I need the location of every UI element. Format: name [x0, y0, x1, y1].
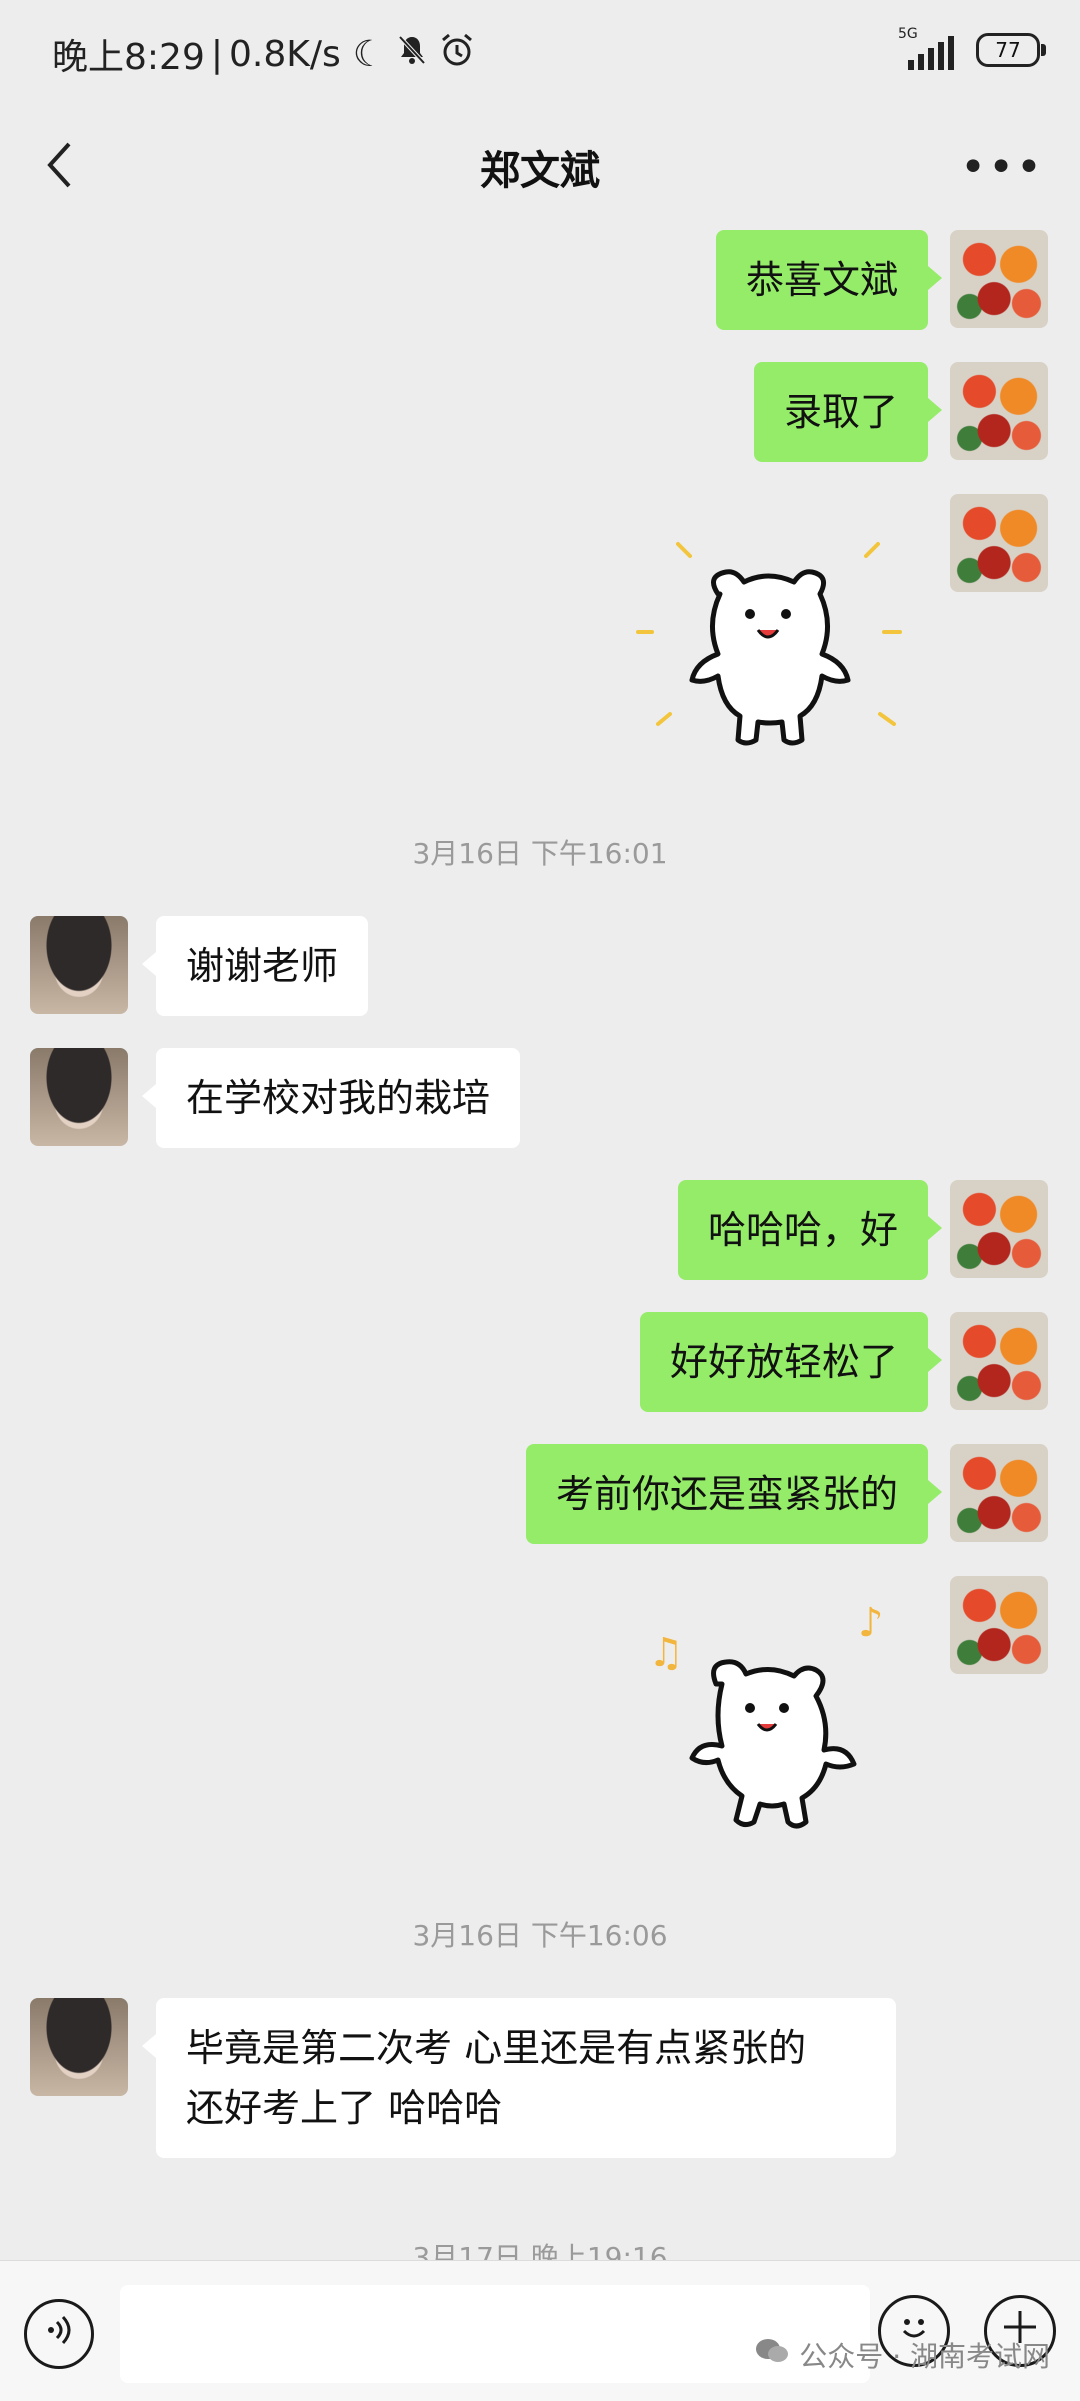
contact-avatar[interactable]: [30, 916, 128, 1014]
contact-avatar[interactable]: [30, 1048, 128, 1146]
status-bar: 晚上8:29 | 0.8K/s ☾ 5G 77: [0, 0, 1080, 100]
my-avatar[interactable]: [950, 1444, 1048, 1542]
message-row: 考前你还是蛮紧张的: [0, 1444, 1080, 1554]
my-avatar[interactable]: [950, 1312, 1048, 1410]
message-row: 哈哈哈，好: [0, 1180, 1080, 1290]
watermark-text: 公众号 · 湖南考试网: [799, 2340, 1050, 2373]
my-avatar[interactable]: [950, 230, 1048, 328]
my-avatar[interactable]: [950, 1180, 1048, 1278]
timestamp: 3月16日 下午16:06: [412, 1919, 668, 1952]
message-row: 毕竟是第二次考 心里还是有点紧张的 还好考上了 哈哈哈: [0, 1998, 1080, 2178]
contact-avatar[interactable]: [30, 1998, 128, 2096]
signal-icon: 5G: [898, 26, 954, 70]
svg-text:♫: ♫: [648, 1630, 684, 1676]
battery-icon: 77: [976, 33, 1046, 67]
message-row: 好好放轻松了: [0, 1312, 1080, 1422]
message-row: 在学校对我的栽培: [0, 1048, 1080, 1158]
message-bubble-incoming[interactable]: 谢谢老师: [141, 916, 369, 1016]
network-speed: 0.8K/s: [228, 33, 341, 75]
message-line: 还好考上了 哈哈哈: [186, 2086, 503, 2130]
message-row: 谢谢老师: [0, 916, 1080, 1026]
message-row: ♫ ♪: [0, 1576, 1080, 1876]
chat-title: 郑文斌: [480, 148, 600, 194]
message-row: 恭喜文斌: [0, 230, 1080, 340]
my-avatar[interactable]: [950, 1576, 1048, 1674]
status-left: 晚上8:29 | 0.8K/s ☾: [52, 28, 475, 80]
input-bar: 公众号 · 湖南考试网: [0, 2260, 1080, 2401]
dancing-dog-sticker[interactable]: [618, 504, 918, 764]
status-time: 晚上8:29: [52, 37, 205, 78]
message-bubble-outgoing[interactable]: 好好放轻松了: [639, 1312, 943, 1412]
more-button[interactable]: •••: [960, 142, 1044, 193]
message-bubble-incoming[interactable]: 毕竟是第二次考 心里还是有点紧张的 还好考上了 哈哈哈: [142, 1998, 896, 2158]
message-row: 录取了: [0, 362, 1080, 472]
singing-dog-sticker[interactable]: ♫ ♪: [618, 1596, 918, 1856]
status-right: 5G 77: [898, 26, 1046, 70]
my-avatar[interactable]: [950, 494, 1048, 592]
message-bubble-outgoing[interactable]: 恭喜文斌: [715, 230, 943, 330]
watermark: 公众号 · 湖南考试网: [755, 2335, 1050, 2375]
message-bubble-incoming[interactable]: 在学校对我的栽培: [141, 1048, 521, 1148]
moon-icon: ☾: [352, 33, 386, 75]
bell-off-icon: [397, 34, 427, 75]
message-bubble-outgoing[interactable]: 哈哈哈，好: [677, 1180, 943, 1280]
wechat-icon: [755, 2337, 789, 2373]
more-dots-icon: •••: [960, 142, 1044, 193]
message-list[interactable]: 恭喜文斌 录取了 3月16日 下午16:01 谢谢老师 在学校对我的栽培 哈哈哈…: [0, 220, 1080, 2260]
message-row: [0, 494, 1080, 794]
status-separator: |: [210, 33, 223, 75]
message-bubble-outgoing[interactable]: 考前你还是蛮紧张的: [525, 1444, 943, 1544]
svg-text:♪: ♪: [858, 1600, 884, 1646]
alarm-icon: [439, 32, 475, 77]
timestamp: 3月16日 下午16:01: [412, 837, 668, 870]
chat-header: 郑文斌 •••: [0, 100, 1080, 240]
battery-level: 77: [995, 38, 1021, 62]
message-bubble-outgoing[interactable]: 录取了: [753, 362, 943, 462]
voice-icon: [41, 2312, 77, 2356]
voice-button[interactable]: [24, 2299, 94, 2369]
my-avatar[interactable]: [950, 362, 1048, 460]
message-line: 毕竟是第二次考 心里还是有点紧张的: [186, 2026, 807, 2070]
timestamp: 3月17日 晚上19:16: [412, 2241, 668, 2260]
